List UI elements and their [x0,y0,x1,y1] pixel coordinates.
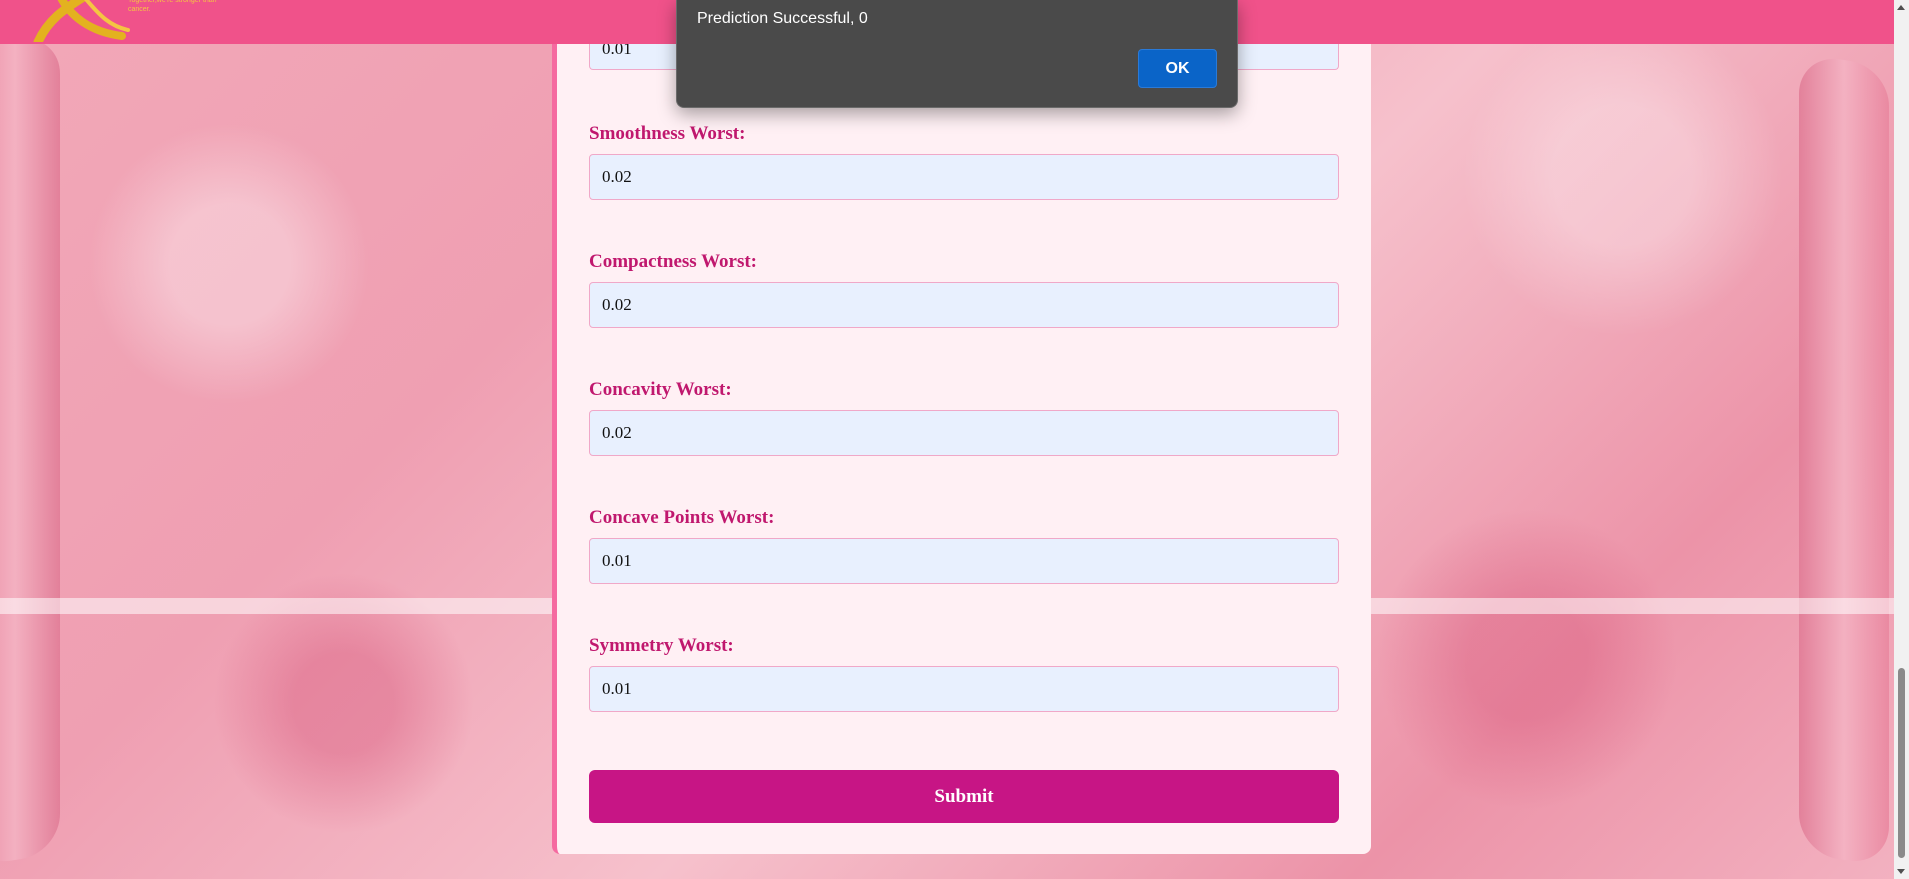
dialog-ok-button[interactable]: OK [1138,49,1217,88]
concavity-worst-input[interactable] [589,410,1339,456]
concavity-worst-label: Concavity Worst: [589,379,732,400]
awareness-ribbon-icon [33,0,130,47]
logo-tagline: Together,we're stronger than cancer. [128,0,217,13]
prediction-form: 0.01 Smoothness Worst: Compactness Worst… [552,44,1371,854]
field-symmetry-worst: Symmetry Worst: [589,635,1339,712]
field-concavity-worst: Concavity Worst: [589,379,1339,456]
field-smoothness-worst: Smoothness Worst: [589,123,1339,200]
page-scrollbar[interactable] [1894,0,1909,879]
symmetry-worst-input[interactable] [589,666,1339,712]
concave-points-worst-input[interactable] [589,538,1339,584]
ribbon-logo[interactable]: Together,we're stronger than cancer. [30,0,217,47]
symmetry-worst-label: Symmetry Worst: [589,635,734,656]
dialog-message: Prediction Successful, 0 [697,10,868,27]
smoothness-worst-label: Smoothness Worst: [589,123,746,144]
field-concave-points-worst: Concave Points Worst: [589,507,1339,584]
concave-points-worst-label: Concave Points Worst: [589,507,775,528]
pink-ribbon-decoration-right [1799,53,1889,867]
compactness-worst-label: Compactness Worst: [589,251,758,272]
page-background: Together,we're stronger than cancer. 0.0… [0,0,1909,879]
compactness-worst-input[interactable] [589,282,1339,328]
scroll-thumb[interactable] [1898,668,1905,858]
field-compactness-worst: Compactness Worst: [589,251,1339,328]
scroll-up-arrow-icon[interactable] [1897,5,1905,10]
smoothness-worst-input[interactable] [589,154,1339,200]
alert-dialog: Prediction Successful, 0 OK [676,0,1238,108]
pink-ribbon-decoration-left [0,33,60,867]
submit-button[interactable]: Submit [589,770,1339,823]
scroll-down-arrow-icon[interactable] [1897,869,1905,874]
